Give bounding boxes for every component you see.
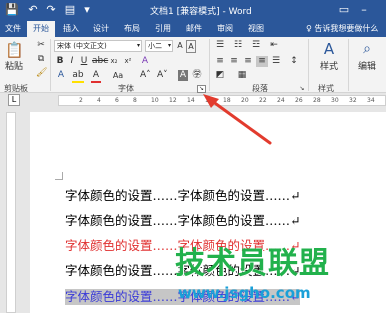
- styles-icon[interactable]: A: [318, 41, 340, 57]
- ruler-tick-label: 18: [223, 97, 231, 104]
- word-window: 💾 ↶ ↷ ▤ ▾ 文档1 [兼容模式] - Word ▭ – 文件 开始 插入…: [0, 0, 386, 313]
- ruler-tick-label: 32: [349, 97, 357, 104]
- watermark-logo-text: 技术员联盟: [175, 246, 330, 281]
- styles-button-label[interactable]: 样式: [314, 62, 344, 73]
- print-preview-icon[interactable]: ▤: [63, 3, 77, 17]
- font-size-value: 小二: [148, 42, 162, 50]
- ruler-tick-label: 12: [169, 97, 177, 104]
- bold-icon[interactable]: B: [55, 56, 65, 67]
- paragraph-line[interactable]: 字体颜色的设置……字体颜色的设置……↵: [65, 213, 300, 229]
- bullets-icon[interactable]: ☰: [214, 40, 226, 51]
- tab-review[interactable]: 审阅: [212, 21, 238, 37]
- decrease-indent-icon[interactable]: ⇤: [268, 40, 280, 51]
- cut-icon[interactable]: ✂: [36, 40, 46, 51]
- tab-insert[interactable]: 插入: [58, 21, 84, 37]
- ribbon-tab-bar: 文件 开始 插入 设计 布局 引用 邮件 审阅 视图 ♀ 告诉我想要做什么: [0, 21, 386, 37]
- text-effects-icon[interactable]: A: [55, 70, 67, 81]
- align-left-icon[interactable]: ≡: [214, 56, 226, 67]
- tab-file[interactable]: 文件: [0, 21, 26, 37]
- copy-icon[interactable]: ⧉: [36, 54, 46, 65]
- editing-button-label[interactable]: 编辑: [352, 62, 382, 73]
- numbering-icon[interactable]: ☷: [232, 40, 244, 51]
- redo-icon[interactable]: ↷: [44, 3, 58, 17]
- minimize-icon[interactable]: –: [355, 2, 373, 18]
- char-border-icon[interactable]: A: [186, 40, 196, 53]
- ruler-tick-label: 24: [277, 97, 285, 104]
- ruler-tick-label: 22: [259, 97, 267, 104]
- margin-corner-mark: [55, 172, 63, 180]
- vertical-ruler-area: [0, 108, 21, 313]
- horizontal-ruler[interactable]: 2 4 6 8 10 12 14 16 18 20 22 24 26 28 30 32 34: [58, 95, 386, 106]
- tab-selector-icon[interactable]: L: [8, 94, 20, 106]
- undo-icon[interactable]: ↶: [26, 3, 40, 17]
- horizontal-ruler-area: L 2 4 6 8 10 12 14 16 18 20 22 24 26 28 30 32 34: [0, 93, 386, 108]
- ruler-tick-label: 20: [241, 97, 249, 104]
- underline-icon[interactable]: U: [79, 56, 89, 67]
- chevron-down-icon: ▾: [167, 42, 171, 49]
- font-name-dropdown[interactable]: 宋体 (中文正文) ▾: [54, 40, 142, 52]
- format-painter-icon[interactable]: 🖌: [36, 68, 47, 79]
- watermark-url: www.jsgho.com: [178, 284, 311, 302]
- ruler-tick-label: 14: [187, 97, 195, 104]
- align-center-icon[interactable]: ≡: [228, 56, 240, 67]
- line-spacing-icon[interactable]: ↕: [288, 56, 300, 67]
- ruler-tick-label: 26: [295, 97, 303, 104]
- grow-font-icon[interactable]: A: [175, 40, 185, 51]
- group-separator: [50, 39, 51, 91]
- group-separator: [348, 39, 349, 91]
- distributed-icon[interactable]: ☰: [270, 56, 282, 67]
- italic-icon[interactable]: I: [67, 56, 77, 67]
- font-name-value: 宋体 (中文正文): [57, 42, 107, 50]
- tab-mailings[interactable]: 邮件: [181, 21, 207, 37]
- ruler-tick-label: 6: [115, 97, 119, 104]
- ribbon-options-icon[interactable]: ▭: [335, 2, 353, 18]
- tab-design[interactable]: 设计: [88, 21, 114, 37]
- ruler-tick-label: 10: [151, 97, 159, 104]
- ruler-tick-label: 16: [205, 97, 213, 104]
- group-separator: [209, 39, 210, 91]
- ruler-tick-label: 4: [97, 97, 101, 104]
- char-shading-icon[interactable]: A: [178, 70, 188, 81]
- highlight-color-icon[interactable]: ab: [72, 70, 84, 83]
- document-title: 文档1 [兼容模式] - Word: [150, 7, 252, 17]
- shading-icon[interactable]: ◩: [214, 70, 226, 81]
- shrink-font-size-icon[interactable]: A˅: [157, 70, 168, 81]
- tell-me-search[interactable]: ♀ 告诉我想要做什么: [306, 21, 378, 37]
- font-dialog-launcher-icon[interactable]: ↘: [197, 85, 206, 93]
- quick-access-dropdown-icon[interactable]: ▾: [80, 3, 94, 17]
- save-icon[interactable]: 💾: [5, 3, 19, 17]
- ruler-tick-label: 28: [313, 97, 321, 104]
- paste-icon[interactable]: 📋: [5, 41, 24, 59]
- superscript-icon[interactable]: x²: [122, 56, 134, 67]
- justify-icon[interactable]: ≡: [256, 56, 268, 67]
- align-right-icon[interactable]: ≡: [242, 56, 254, 67]
- font-color-icon[interactable]: A: [91, 70, 101, 83]
- clear-format-icon[interactable]: A: [140, 56, 150, 67]
- find-icon[interactable]: ⌕: [356, 41, 378, 57]
- tab-home[interactable]: 开始: [27, 21, 55, 37]
- enclose-char-icon[interactable]: ㊫: [192, 70, 202, 81]
- grow-font-size-icon[interactable]: A˄: [140, 70, 151, 81]
- ruler-tick-label: 2: [79, 97, 83, 104]
- paragraph-line[interactable]: 字体颜色的设置……字体颜色的设置……↵: [65, 188, 300, 204]
- font-size-dropdown[interactable]: 小二 ▾: [145, 40, 173, 52]
- change-case-icon[interactable]: Aa: [110, 70, 126, 81]
- ruler-tick-label: 30: [331, 97, 339, 104]
- ruler-tick-label: 8: [133, 97, 137, 104]
- borders-icon[interactable]: ▦: [236, 70, 248, 81]
- paste-button-label[interactable]: 粘贴: [4, 62, 24, 73]
- group-separator: [308, 39, 309, 91]
- ribbon-home: 📋 粘贴 ✂ ⧉ 🖌 剪贴板 宋体 (中文正文) ▾ 小二 ▾ A A B I …: [0, 37, 386, 93]
- tab-view[interactable]: 视图: [243, 21, 269, 37]
- vertical-ruler[interactable]: [6, 112, 16, 313]
- subscript-icon[interactable]: x₂: [108, 56, 120, 67]
- tab-references[interactable]: 引用: [150, 21, 176, 37]
- multilevel-list-icon[interactable]: ☲: [250, 40, 262, 51]
- chevron-down-icon: ▾: [136, 42, 140, 49]
- tab-layout[interactable]: 布局: [119, 21, 145, 37]
- ruler-tick-label: 34: [367, 97, 375, 104]
- strikethrough-icon[interactable]: abc: [92, 56, 108, 67]
- title-bar: 💾 ↶ ↷ ▤ ▾ 文档1 [兼容模式] - Word ▭ –: [0, 0, 386, 21]
